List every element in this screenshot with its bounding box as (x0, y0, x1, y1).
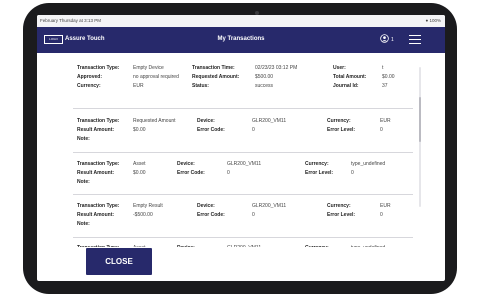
field-label: Currency: (305, 245, 329, 247)
field-value: 0 (227, 170, 230, 176)
field-label: Device: (177, 161, 195, 167)
status-time: February Thursday at 3:13 PM (40, 18, 101, 23)
field-value: type_undefined (351, 161, 386, 167)
transaction-list[interactable]: Transaction Type: Empty Device Transaction… (37, 53, 445, 247)
field-value: Empty Device (133, 65, 164, 71)
field-value: 02/23/23 03:12 PM (255, 65, 298, 71)
field-value: GLR200_VM11 (227, 245, 261, 247)
notification-count: 1 (391, 37, 394, 43)
field-value: success (255, 83, 274, 89)
field-label: User: (333, 65, 346, 71)
hamburger-menu-icon[interactable] (409, 35, 421, 45)
field-label: Note: (77, 221, 90, 227)
field-value: 0 (380, 212, 383, 218)
field-label: Requested Amount: (192, 74, 240, 80)
field-label: Error Code: (197, 212, 225, 218)
field-value: $0.00 (382, 74, 395, 80)
field-label: Transaction Type: (77, 203, 120, 209)
field-label: Note: (77, 136, 90, 142)
field-value: no approval required (133, 74, 179, 80)
field-value: t (382, 65, 384, 71)
field-value: -$500.00 (133, 212, 153, 218)
field-label: Journal Id: (333, 83, 359, 89)
field-value: GLR200_VM11 (252, 118, 287, 124)
field-value: Requested Amount (133, 118, 176, 124)
field-label: Error Level: (327, 212, 356, 218)
field-label: Note: (77, 179, 90, 185)
user-circle-icon[interactable] (380, 34, 389, 43)
field-value: GLR200_VM11 (227, 161, 262, 167)
field-value: Asset (133, 245, 146, 247)
card-divider (73, 108, 413, 109)
app-bar: LOGO Assure Touch My Transactions 1 (37, 27, 445, 53)
battery-level: 100% (429, 18, 441, 23)
wifi-icon: ● (425, 18, 429, 23)
status-bar: February Thursday at 3:13 PM ● 100% (37, 15, 445, 27)
field-label: Status: (192, 83, 209, 89)
field-label: Device: (197, 118, 215, 124)
field-label: Currency: (305, 161, 329, 167)
scrollbar-thumb[interactable] (419, 97, 421, 142)
field-value: EUR (380, 118, 391, 124)
field-label: Transaction Time: (192, 65, 235, 71)
scrollbar[interactable] (419, 67, 421, 207)
close-button[interactable]: CLOSE (86, 248, 152, 275)
field-value: $500.00 (255, 74, 274, 80)
app-screen: February Thursday at 3:13 PM ● 100% LOGO… (37, 15, 445, 281)
field-label: Device: (197, 203, 215, 209)
field-value: Asset (133, 161, 146, 167)
field-value: EUR (133, 83, 144, 89)
field-label: Device: (177, 245, 195, 247)
field-label: Transaction Type: (77, 118, 120, 124)
field-label: Result Amount: (77, 212, 115, 218)
field-label: Error Level: (305, 170, 334, 176)
field-value: $0.00 (133, 170, 146, 176)
field-label: Transaction Type: (77, 245, 119, 247)
field-value: $0.00 (133, 127, 146, 133)
field-value: GLR200_VM11 (252, 203, 287, 209)
field-label: Error Code: (197, 127, 225, 133)
field-label: Result Amount: (77, 170, 115, 176)
field-value: EUR (380, 203, 391, 209)
field-label: Currency: (77, 83, 101, 89)
field-label: Error Code: (177, 170, 205, 176)
field-value: Empty Result (133, 203, 163, 209)
field-label: Total Amount: (333, 74, 367, 80)
field-label: Transaction Type: (77, 161, 120, 167)
field-value: 0 (380, 127, 383, 133)
card-divider (73, 237, 413, 238)
field-value: type_undefined (351, 245, 385, 247)
field-value: 0 (351, 170, 354, 176)
field-label: Approved: (77, 74, 102, 80)
field-label: Error Level: (327, 127, 356, 133)
field-label: Currency: (327, 118, 351, 124)
field-label: Result Amount: (77, 127, 115, 133)
card-divider (73, 152, 413, 153)
field-value: 0 (252, 127, 255, 133)
field-value: 37 (382, 83, 388, 89)
field-label: Transaction Type: (77, 65, 120, 71)
status-right: ● 100% (426, 18, 442, 23)
field-value: 0 (252, 212, 255, 218)
card-divider (73, 194, 413, 195)
field-label: Currency: (327, 203, 351, 209)
